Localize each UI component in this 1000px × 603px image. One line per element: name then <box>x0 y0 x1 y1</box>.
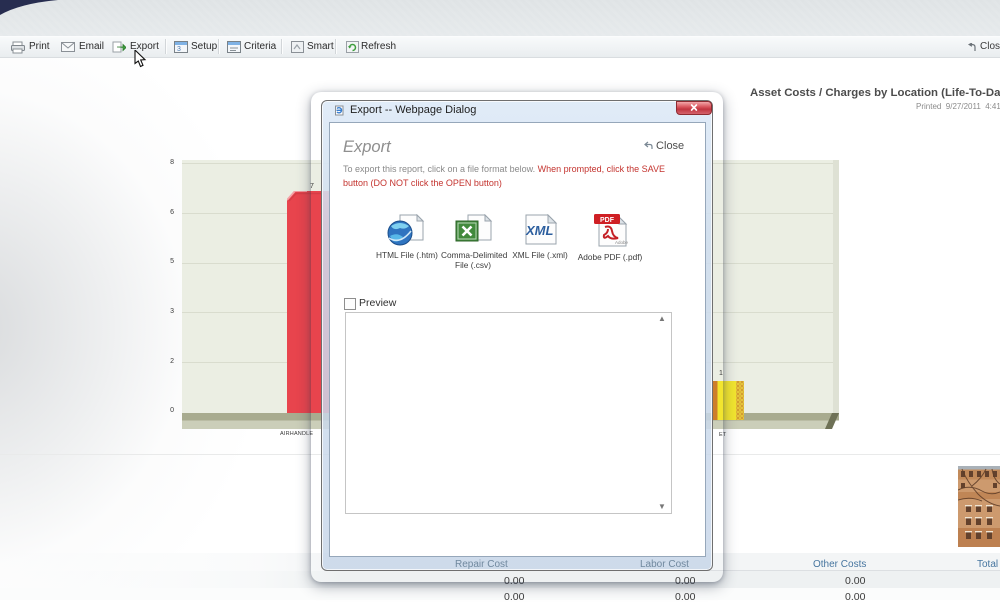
svg-text:3: 3 <box>177 46 181 53</box>
svg-text:Adobe: Adobe <box>615 240 629 245</box>
svg-text:XML: XML <box>525 223 554 238</box>
svg-text:PDF: PDF <box>600 217 615 224</box>
